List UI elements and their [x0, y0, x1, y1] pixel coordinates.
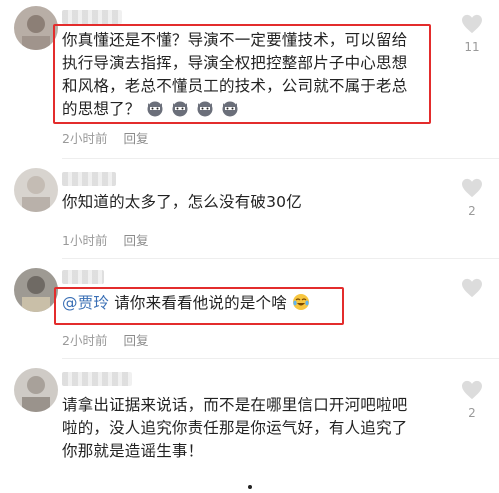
- heart-icon: [462, 178, 482, 198]
- cat-emoji: [222, 101, 238, 117]
- avatar[interactable]: [14, 6, 58, 50]
- heart-icon: [462, 380, 482, 400]
- like-count: 2: [468, 204, 476, 218]
- avatar[interactable]: [14, 168, 58, 212]
- avatar[interactable]: [14, 368, 58, 412]
- comment-text: 你知道的太多了，怎么没有破30亿: [62, 193, 302, 211]
- page-indicator-dot: [248, 485, 252, 489]
- laugh-cry-emoji: [293, 294, 310, 310]
- divider: [62, 358, 499, 359]
- username-blurred: [62, 372, 132, 386]
- comment-item: 你真懂还是不懂？导演不一定要懂技术，可以留给执行导演去指挥，导演全权把控整部片子…: [0, 0, 499, 160]
- heart-icon: [462, 14, 482, 34]
- username-blurred: [62, 172, 116, 186]
- like-count: 2: [468, 406, 476, 420]
- cat-emoji: [197, 101, 213, 117]
- username-blurred: [62, 10, 122, 24]
- divider: [62, 258, 499, 259]
- comment-meta: 1小时前 回复: [62, 230, 148, 249]
- timestamp: 2小时前: [62, 333, 108, 348]
- divider: [62, 158, 499, 159]
- timestamp: 2小时前: [62, 131, 108, 146]
- reply-button[interactable]: 回复: [123, 333, 148, 348]
- cat-emoji: [147, 101, 163, 117]
- like-button[interactable]: 11: [457, 14, 487, 54]
- like-button[interactable]: 2: [457, 380, 487, 420]
- comment-text: 你真懂还是不懂？导演不一定要懂技术，可以留给执行导演去指挥，导演全权把控整部片子…: [62, 29, 422, 121]
- like-button[interactable]: 2: [457, 178, 487, 218]
- comment-text: 请拿出证据来说话，而不是在哪里信口开河吧啦吧啦的，没人追究你责任那是你运气好，有…: [62, 396, 408, 460]
- comment-body: 请你来看看他说的是个啥: [109, 294, 287, 312]
- comment-item: 你知道的太多了，怎么没有破30亿 1小时前 回复 2: [0, 160, 499, 260]
- timestamp: 1小时前: [62, 233, 108, 248]
- comment-meta: 2小时前 回复: [62, 330, 148, 349]
- mention-link[interactable]: @贾玲: [62, 294, 109, 312]
- comment-text: @贾玲 请你来看看他说的是个啥: [62, 292, 422, 315]
- cat-emoji-row: [146, 98, 241, 121]
- comment-item: @贾玲 请你来看看他说的是个啥 2小时前 回复: [0, 260, 499, 360]
- avatar[interactable]: [14, 268, 58, 312]
- reply-button[interactable]: 回复: [123, 131, 148, 146]
- heart-icon: [462, 278, 482, 298]
- username-blurred: [62, 270, 104, 284]
- cat-emoji: [172, 101, 188, 117]
- comment-item: 请拿出证据来说话，而不是在哪里信口开河吧啦吧啦的，没人追究你责任那是你运气好，有…: [0, 360, 499, 493]
- like-count: 11: [464, 40, 480, 54]
- comment-meta: 2小时前 回复: [62, 128, 148, 147]
- reply-button[interactable]: 回复: [123, 233, 148, 248]
- like-button[interactable]: [457, 278, 487, 304]
